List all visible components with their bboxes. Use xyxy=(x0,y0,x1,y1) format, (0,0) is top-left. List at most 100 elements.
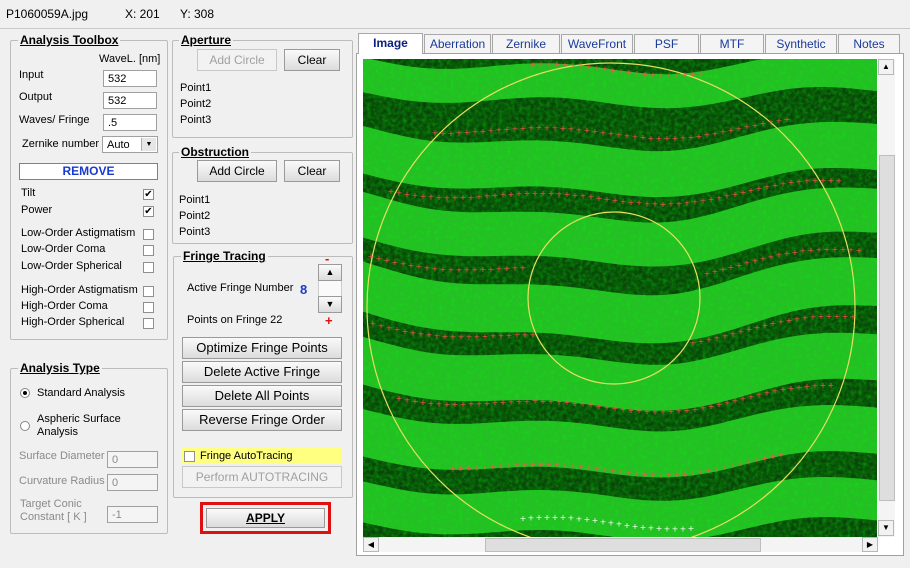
trace-point-mark[interactable]: + xyxy=(612,404,619,413)
trace-point-mark[interactable]: + xyxy=(432,129,439,138)
trace-point-mark[interactable]: + xyxy=(760,254,767,263)
trace-point-mark[interactable]: + xyxy=(370,319,377,328)
trace-point-mark[interactable]: + xyxy=(786,316,793,325)
trace-point-mark[interactable]: + xyxy=(616,520,623,529)
trace-point-mark[interactable]: + xyxy=(588,193,595,202)
trace-point-mark[interactable]: + xyxy=(676,199,683,208)
trace-point-mark[interactable]: + xyxy=(458,464,465,473)
trace-point-mark[interactable]: + xyxy=(812,381,819,390)
trace-point-mark[interactable]: + xyxy=(572,191,579,200)
trace-point-mark[interactable]: + xyxy=(468,400,475,409)
trace-point-mark[interactable]: + xyxy=(568,125,575,134)
trace-point-mark[interactable]: + xyxy=(500,191,507,200)
scroll-right-button[interactable]: ▶ xyxy=(862,537,878,552)
trace-point-mark[interactable]: + xyxy=(624,521,631,530)
trace-point-mark[interactable]: + xyxy=(512,264,519,273)
trace-point-mark[interactable]: + xyxy=(516,190,523,199)
trace-point-mark[interactable]: + xyxy=(660,408,667,417)
trace-point-mark[interactable]: + xyxy=(604,403,611,412)
trace-point-mark[interactable]: + xyxy=(668,200,675,209)
tab-mtf[interactable]: MTF xyxy=(700,34,764,53)
trace-point-mark[interactable]: + xyxy=(536,513,543,522)
trace-point-mark[interactable]: + xyxy=(506,461,513,470)
trace-point-mark[interactable]: + xyxy=(840,245,847,254)
horizontal-scrollbar[interactable]: ◀ ▶ xyxy=(363,537,878,552)
trace-point-mark[interactable]: + xyxy=(672,134,679,143)
trace-point-mark[interactable]: + xyxy=(618,468,625,477)
trace-point-mark[interactable]: + xyxy=(674,470,681,479)
trace-point-mark[interactable]: + xyxy=(764,182,771,191)
trace-point-mark[interactable]: + xyxy=(784,249,791,258)
trace-point-mark[interactable]: + xyxy=(444,193,451,202)
trace-point-mark[interactable]: + xyxy=(724,192,731,201)
trace-point-mark[interactable]: + xyxy=(612,196,619,205)
trace-point-mark[interactable]: + xyxy=(732,190,739,199)
vertical-scrollbar[interactable]: ▲ ▼ xyxy=(878,59,895,537)
trace-point-mark[interactable]: + xyxy=(448,129,455,138)
trace-point-mark[interactable]: + xyxy=(636,199,643,208)
trace-point-mark[interactable]: + xyxy=(484,399,491,408)
trace-point-mark[interactable]: + xyxy=(788,178,795,187)
trace-point-mark[interactable]: + xyxy=(586,62,593,71)
trace-point-mark[interactable]: + xyxy=(820,176,827,185)
trace-point-mark[interactable]: + xyxy=(530,60,537,69)
trace-point-mark[interactable]: + xyxy=(748,392,755,401)
trace-point-mark[interactable]: + xyxy=(752,121,759,130)
trace-point-mark[interactable]: + xyxy=(692,405,699,414)
trace-point-mark[interactable]: + xyxy=(596,194,603,203)
tab-image[interactable]: Image xyxy=(358,33,423,54)
trace-point-mark[interactable]: + xyxy=(564,398,571,407)
trace-point-mark[interactable]: + xyxy=(556,397,563,406)
trace-point-mark[interactable]: + xyxy=(812,176,819,185)
horizontal-scroll-thumb[interactable] xyxy=(485,538,761,552)
trace-point-mark[interactable]: + xyxy=(538,60,545,69)
trace-point-mark[interactable]: + xyxy=(400,260,407,269)
trace-point-mark[interactable]: + xyxy=(570,462,577,471)
optimize-fringe-points-button[interactable]: Optimize Fringe Points xyxy=(182,337,342,359)
trace-point-mark[interactable]: + xyxy=(680,524,687,533)
aperture-add-circle-button[interactable]: Add Circle xyxy=(197,49,277,71)
trace-point-mark[interactable]: + xyxy=(660,200,667,209)
trace-point-mark[interactable]: + xyxy=(586,463,593,472)
aspheric-analysis-radio[interactable] xyxy=(20,421,30,431)
trace-point-mark[interactable]: + xyxy=(500,398,507,407)
trace-point-mark[interactable]: + xyxy=(714,465,721,474)
trace-point-mark[interactable]: + xyxy=(626,68,633,77)
trace-point-mark[interactable]: + xyxy=(428,399,435,408)
surface-diameter-field[interactable]: 0 xyxy=(107,451,158,468)
zernike-term-checkbox[interactable] xyxy=(143,286,154,297)
trace-point-mark[interactable]: + xyxy=(658,71,665,80)
trace-point-mark[interactable]: + xyxy=(610,467,617,476)
trace-point-mark[interactable]: + xyxy=(524,397,531,406)
trace-point-mark[interactable]: + xyxy=(684,199,691,208)
trace-point-mark[interactable]: + xyxy=(676,407,683,416)
trace-point-mark[interactable]: + xyxy=(508,397,515,406)
trace-point-mark[interactable]: + xyxy=(634,470,641,479)
trace-point-mark[interactable]: + xyxy=(424,264,431,273)
trace-point-mark[interactable]: + xyxy=(848,245,855,254)
trace-point-mark[interactable]: + xyxy=(682,470,689,479)
trace-point-mark[interactable]: + xyxy=(690,338,697,347)
trace-point-mark[interactable]: + xyxy=(456,129,463,138)
trace-point-mark[interactable]: + xyxy=(412,397,419,406)
trace-point-mark[interactable]: + xyxy=(528,123,535,132)
trace-point-mark[interactable]: + xyxy=(650,70,657,79)
trace-point-mark[interactable]: + xyxy=(698,468,705,477)
trace-point-mark[interactable]: + xyxy=(736,124,743,133)
aperture-clear-button[interactable]: Clear xyxy=(284,49,340,71)
trace-point-mark[interactable]: + xyxy=(592,127,599,136)
trace-point-mark[interactable]: + xyxy=(642,70,649,79)
trace-point-mark[interactable]: + xyxy=(496,264,503,273)
trace-point-mark[interactable]: + xyxy=(516,397,523,406)
trace-point-mark[interactable]: + xyxy=(578,463,585,472)
trace-point-mark[interactable]: + xyxy=(740,394,747,403)
trace-point-mark[interactable]: + xyxy=(456,266,463,275)
trace-point-mark[interactable]: + xyxy=(392,258,399,267)
trace-point-mark[interactable]: + xyxy=(764,388,771,397)
tab-notes[interactable]: Notes xyxy=(838,34,900,53)
trace-point-mark[interactable]: + xyxy=(522,331,529,340)
zernike-term-checkbox[interactable] xyxy=(143,229,154,240)
trace-point-mark[interactable]: + xyxy=(418,330,425,339)
trace-point-mark[interactable]: + xyxy=(728,263,735,272)
trace-point-mark[interactable]: + xyxy=(450,464,457,473)
